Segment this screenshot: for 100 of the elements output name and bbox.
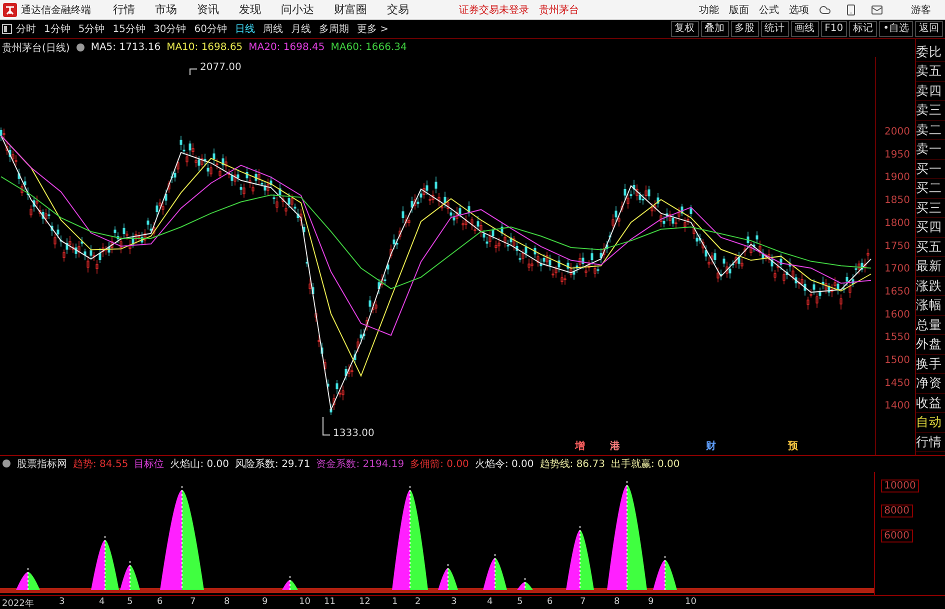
mail-icon[interactable] (871, 4, 883, 16)
quote-field-tab[interactable]: 委比 (916, 42, 945, 62)
quote-field-tab[interactable]: 卖四 (916, 82, 945, 102)
quote-field-tab[interactable]: 卖三 (916, 101, 945, 121)
quote-field-tab[interactable]: 自动 (916, 413, 945, 433)
indicator-axis-label: 10000 (881, 479, 919, 492)
date-axis-label: 5 (127, 596, 133, 607)
price-axis-label: 1900 (884, 172, 910, 183)
cloud-icon[interactable] (819, 4, 831, 16)
indicator-peak (566, 525, 594, 590)
toolbar-button[interactable]: 复权 (670, 20, 699, 37)
circle-icon[interactable] (2, 459, 11, 468)
indicator-peak (517, 577, 533, 590)
quote-field-tab[interactable]: 买四 (916, 218, 945, 238)
period-tab[interactable]: 5分钟 (74, 22, 109, 36)
quote-field-tab[interactable]: 买二 (916, 179, 945, 199)
price-axis-label: 1500 (884, 354, 910, 366)
indicator-reading: 趋势线: 86.73 (540, 458, 605, 471)
price-axis-label: 1400 (884, 400, 910, 412)
period-tab[interactable]: 周线 (258, 22, 287, 36)
user-label[interactable]: 游客 (911, 2, 931, 17)
low-price-label: 1333.00 (333, 428, 374, 439)
moving-average-legend: MA10: 1698.65 (166, 42, 243, 54)
smartphone-icon[interactable] (845, 4, 857, 16)
menu-item[interactable]: 公式 (759, 2, 779, 17)
menu-item[interactable]: 行情 (113, 2, 135, 18)
date-axis-label: 2 (415, 596, 421, 607)
event-marker[interactable]: 财 (706, 438, 716, 453)
toolbar-button[interactable]: 返回 (915, 20, 943, 37)
indicator-peak (653, 555, 677, 590)
leader-line (322, 416, 330, 436)
indicator-title: 股票指标网 (17, 458, 67, 471)
quote-field-tab[interactable]: 买三 (916, 198, 945, 218)
period-tab[interactable]: 更多 > (352, 22, 393, 36)
quote-field-tab[interactable]: 净资 (916, 374, 945, 394)
toolbar-button[interactable]: 叠加 (700, 20, 729, 37)
quote-field-tab[interactable]: 卖五 (916, 62, 945, 82)
period-tab[interactable]: 60分钟 (190, 22, 231, 36)
price-axis-label: 1750 (884, 240, 910, 252)
price-axis-label: 1450 (884, 377, 910, 388)
price-axis-label: 1950 (884, 148, 910, 160)
date-axis-label: 10 (685, 596, 696, 607)
indicator-reading: 趋势: 84.55 (73, 458, 128, 471)
menu-item[interactable]: 版面 (729, 2, 749, 17)
menu-item[interactable]: 发现 (239, 2, 261, 18)
indicator-reading: 火焰山: 0.00 (170, 458, 230, 471)
toolbar-button[interactable]: 标记 (849, 20, 878, 37)
date-axis-label: 12 (359, 596, 370, 607)
price-axis-label: 1650 (884, 286, 910, 297)
toolbar-button[interactable]: F10 (820, 20, 848, 37)
indicator-peak (16, 567, 40, 590)
menu-item[interactable]: 交易 (387, 2, 409, 18)
menu-item[interactable]: 功能 (699, 2, 719, 17)
quote-field-tab[interactable]: 卖二 (916, 120, 945, 140)
event-marker[interactable]: 预 (788, 438, 798, 453)
quote-field-tab[interactable]: 涨跌 (916, 276, 945, 296)
quote-field-tab[interactable]: 总量 (916, 316, 945, 336)
quote-field-tab[interactable]: 买五 (916, 238, 945, 258)
menu-item[interactable]: 问小达 (281, 2, 314, 18)
period-tab[interactable]: 多周期 (314, 22, 353, 36)
period-tab[interactable]: 1分钟 (40, 22, 74, 36)
period-tab[interactable]: 月线 (286, 22, 315, 36)
event-marker[interactable]: 增 (575, 438, 585, 453)
toolbar-button[interactable]: 统计 (760, 20, 789, 37)
period-tab[interactable]: 分时 (12, 22, 40, 36)
toolbar-button[interactable]: 画线 (790, 20, 819, 37)
price-axis-label: 1600 (884, 308, 910, 320)
indicator-axis-label: 6000 (881, 529, 913, 542)
circle-icon[interactable] (76, 43, 85, 52)
event-marker[interactable]: 港 (610, 438, 620, 453)
date-axis-label: 7 (190, 596, 196, 607)
menu-item[interactable]: 市场 (155, 2, 177, 18)
price-axis-label: 1550 (884, 332, 910, 343)
quote-field-tab[interactable]: 买一 (916, 160, 945, 180)
menu-item[interactable]: 资讯 (197, 2, 219, 18)
date-axis-label: 6 (547, 596, 553, 607)
date-axis-label: 3 (451, 596, 457, 607)
indicator-reading: 多佣箭: 0.00 (410, 458, 469, 471)
toolbar-button[interactable]: 多股 (730, 20, 759, 37)
period-tab[interactable]: 30分钟 (149, 22, 190, 36)
menu-item[interactable]: 财富圈 (334, 2, 367, 18)
date-axis-label: 6 (157, 596, 163, 607)
date-axis-label: 2022年 (2, 598, 34, 609)
date-axis-label: 5 (517, 596, 523, 607)
quote-field-tab[interactable]: 最新 (916, 257, 945, 277)
quote-field-tab[interactable]: 收益 (916, 394, 945, 414)
period-tab[interactable]: 日线 (230, 22, 259, 36)
quote-field-tab[interactable]: 涨幅 (916, 296, 945, 316)
date-axis-label: 1 (392, 596, 398, 607)
quote-field-tab[interactable]: 卖一 (916, 140, 945, 160)
quote-field-tab[interactable]: 换手 (916, 354, 945, 374)
menu-item[interactable]: 选项 (789, 2, 809, 17)
date-axis-label: 9 (648, 596, 654, 607)
period-tab[interactable]: 15分钟 (108, 22, 150, 36)
quote-field-tab[interactable]: 行情 (916, 432, 945, 452)
high-price-label: 2077.00 (200, 62, 242, 73)
panel-icon[interactable] (2, 24, 12, 34)
toolbar-button[interactable]: •自选 (879, 20, 913, 37)
date-axis-label: 11 (324, 596, 336, 607)
quote-field-tab[interactable]: 外盘 (916, 335, 945, 355)
